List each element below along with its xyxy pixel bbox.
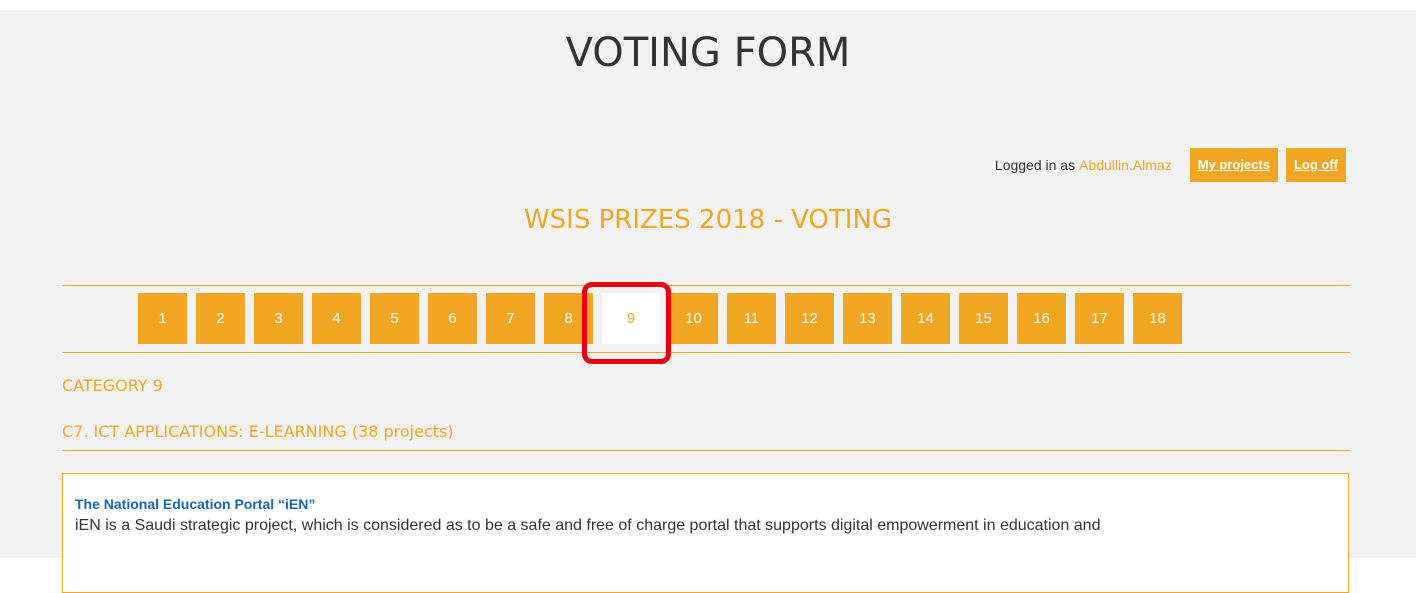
login-prefix: Logged in as: [994, 157, 1076, 173]
project-card: The National Education Portal “iEN” iEN …: [62, 473, 1349, 593]
banner-fragment: ‘’ ‘’: [278, 0, 319, 8]
page-button-16[interactable]: 16: [1017, 293, 1066, 344]
page: ‘’ ‘’ VOTING FORM Logged in as Abdullin.…: [0, 0, 1416, 593]
section-title: WSIS PRIZES 2018 - VOTING: [523, 205, 893, 235]
page-button-13[interactable]: 13: [843, 293, 892, 344]
page-button-7[interactable]: 7: [486, 293, 535, 344]
page-button-1[interactable]: 1: [138, 293, 187, 344]
subtitle-divider: [62, 450, 1350, 451]
page-button-4[interactable]: 4: [312, 293, 361, 344]
username-link[interactable]: Abdullin.Almaz: [1079, 157, 1172, 173]
page-button-14[interactable]: 14: [901, 293, 950, 344]
page-button-6[interactable]: 6: [428, 293, 477, 344]
category-label: CATEGORY 9: [62, 376, 163, 395]
pager-top-divider: [62, 285, 1350, 286]
pager-bottom-divider: [62, 352, 1350, 353]
page-button-2[interactable]: 2: [196, 293, 245, 344]
page-button-11[interactable]: 11: [727, 293, 776, 344]
page-button-12[interactable]: 12: [785, 293, 834, 344]
top-banner: ‘’ ‘’: [0, 0, 1416, 10]
page-button-3[interactable]: 3: [254, 293, 303, 344]
project-title-link[interactable]: The National Education Portal “iEN”: [75, 496, 315, 512]
page-button-5[interactable]: 5: [370, 293, 419, 344]
my-projects-button[interactable]: My projects: [1189, 148, 1278, 182]
page-button-17[interactable]: 17: [1075, 293, 1124, 344]
page-title: VOTING FORM: [565, 30, 851, 76]
page-button-15[interactable]: 15: [959, 293, 1008, 344]
project-description: iEN is a Saudi strategic project, which …: [75, 517, 1101, 534]
page-button-10[interactable]: 10: [669, 293, 718, 344]
log-off-button[interactable]: Log off: [1285, 148, 1346, 182]
category-subtitle: C7. ICT APPLICATIONS: E-LEARNING (38 pro…: [62, 422, 454, 441]
page-button-18[interactable]: 18: [1133, 293, 1182, 344]
active-page-highlight: [582, 282, 671, 364]
login-bar: Logged in as Abdullin.Almaz My projects …: [995, 146, 1346, 184]
